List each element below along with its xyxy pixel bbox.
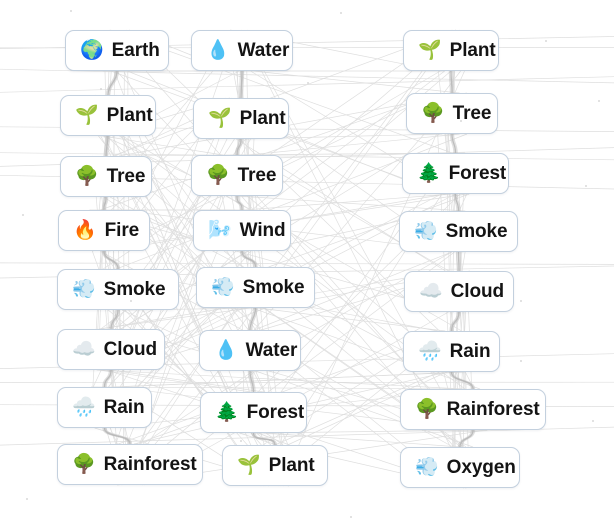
graph-node-rain[interactable]: 🌧️ Rain	[57, 387, 152, 428]
graph-node-smoke[interactable]: 💨 Smoke	[57, 269, 179, 310]
dash-cloud-icon: 💨	[211, 276, 235, 298]
background-dot	[130, 300, 132, 302]
graph-node-cloud[interactable]: ☁️ Cloud	[404, 271, 514, 312]
background-dot	[26, 498, 28, 500]
graph-node-label: Tree	[106, 166, 146, 187]
background-dot	[545, 40, 547, 42]
node-layer: 🌍 Earth 💧 Water 🌱 Plant 🌱 Plant 🌱 Plant 🌳 Tree 🌳 Tree…	[0, 0, 614, 527]
graph-node-plant[interactable]: 🌱 Plant	[193, 98, 289, 139]
graph-node-label: Plant	[106, 105, 153, 126]
seedling-icon: 🌱	[418, 39, 442, 61]
dash-cloud-icon: 💨	[414, 220, 438, 242]
element-crafting-graph-canvas[interactable]: 🌍 Earth 💧 Water 🌱 Plant 🌱 Plant 🌱 Plant 🌳 Tree 🌳 Tree…	[0, 0, 614, 527]
graph-node-tree[interactable]: 🌳 Tree	[191, 155, 283, 196]
background-dot	[22, 214, 24, 216]
deciduous-tree-icon: 🌳	[75, 165, 99, 187]
graph-node-smoke[interactable]: 💨 Smoke	[196, 267, 315, 308]
background-dot	[460, 120, 462, 122]
wind-face-icon: 🌬️	[208, 219, 232, 241]
graph-node-plant[interactable]: 🌱 Plant	[403, 30, 499, 71]
graph-node-forest[interactable]: 🌲 Forest	[402, 153, 509, 194]
water-drop-icon: 💧	[214, 339, 238, 361]
graph-node-label: Smoke	[103, 279, 166, 300]
graph-node-label: Rain	[449, 341, 491, 362]
fire-icon: 🔥	[73, 219, 97, 241]
deciduous-tree-icon: 🌳	[206, 164, 230, 186]
background-dot	[520, 300, 522, 302]
deciduous-tree-icon: 🌳	[415, 398, 439, 420]
graph-node-label: Smoke	[242, 277, 305, 298]
graph-node-label: Plant	[268, 455, 315, 476]
graph-node-label: Plant	[239, 108, 286, 129]
graph-node-label: Plant	[449, 40, 496, 61]
graph-node-label: Earth	[111, 40, 160, 61]
graph-node-tree[interactable]: 🌳 Tree	[406, 93, 498, 134]
background-dot	[340, 12, 342, 14]
background-dot	[100, 88, 102, 90]
graph-node-rain[interactable]: 🌧️ Rain	[403, 331, 500, 372]
deciduous-tree-icon: 🌳	[72, 453, 96, 475]
graph-node-label: Water	[245, 340, 298, 361]
graph-node-label: Water	[237, 40, 290, 61]
graph-node-label: Cloud	[450, 281, 504, 302]
background-dot	[307, 82, 309, 84]
graph-node-label: Forest	[246, 402, 305, 423]
background-dot	[585, 185, 587, 187]
graph-node-label: Wind	[239, 220, 286, 241]
cloud-icon: ☁️	[419, 280, 443, 302]
seedling-icon: 🌱	[237, 454, 261, 476]
graph-node-label: Oxygen	[446, 457, 516, 478]
graph-node-label: Fire	[104, 220, 140, 241]
graph-node-forest[interactable]: 🌲 Forest	[200, 392, 307, 433]
graph-node-water[interactable]: 💧 Water	[199, 330, 301, 371]
seedling-icon: 🌱	[75, 104, 99, 126]
graph-node-smoke[interactable]: 💨 Smoke	[399, 211, 518, 252]
graph-node-label: Rainforest	[446, 399, 540, 420]
dash-cloud-icon: 💨	[72, 278, 96, 300]
rain-cloud-icon: 🌧️	[72, 396, 96, 418]
evergreen-tree-icon: 🌲	[215, 401, 239, 423]
rain-cloud-icon: 🌧️	[418, 340, 442, 362]
graph-node-earth[interactable]: 🌍 Earth	[65, 30, 169, 71]
cloud-icon: ☁️	[72, 338, 96, 360]
graph-node-rainforest[interactable]: 🌳 Rainforest	[400, 389, 546, 430]
graph-node-plant[interactable]: 🌱 Plant	[222, 445, 328, 486]
graph-node-label: Tree	[237, 165, 277, 186]
water-drop-icon: 💧	[206, 39, 230, 61]
graph-node-oxygen[interactable]: 💨 Oxygen	[400, 447, 520, 488]
graph-node-plant[interactable]: 🌱 Plant	[60, 95, 156, 136]
graph-node-label: Tree	[452, 103, 492, 124]
dash-cloud-icon: 💨	[415, 456, 439, 478]
seedling-icon: 🌱	[208, 107, 232, 129]
deciduous-tree-icon: 🌳	[421, 102, 445, 124]
graph-node-label: Rain	[103, 397, 145, 418]
graph-node-cloud[interactable]: ☁️ Cloud	[57, 329, 165, 370]
earth-globe-icon: 🌍	[80, 39, 104, 61]
graph-node-water[interactable]: 💧 Water	[191, 30, 293, 71]
graph-node-label: Rainforest	[103, 454, 197, 475]
graph-node-wind[interactable]: 🌬️ Wind	[193, 210, 291, 251]
graph-node-label: Smoke	[445, 221, 508, 242]
background-dot	[598, 100, 600, 102]
graph-node-fire[interactable]: 🔥 Fire	[58, 210, 150, 251]
background-dot	[350, 516, 352, 518]
evergreen-tree-icon: 🌲	[417, 162, 441, 184]
graph-node-rainforest[interactable]: 🌳 Rainforest	[57, 444, 203, 485]
background-dot	[70, 10, 72, 12]
graph-node-tree[interactable]: 🌳 Tree	[60, 156, 152, 197]
graph-node-label: Forest	[448, 163, 507, 184]
background-dot	[592, 420, 594, 422]
background-dot	[520, 360, 522, 362]
graph-node-label: Cloud	[103, 339, 157, 360]
background-dot	[240, 440, 242, 442]
